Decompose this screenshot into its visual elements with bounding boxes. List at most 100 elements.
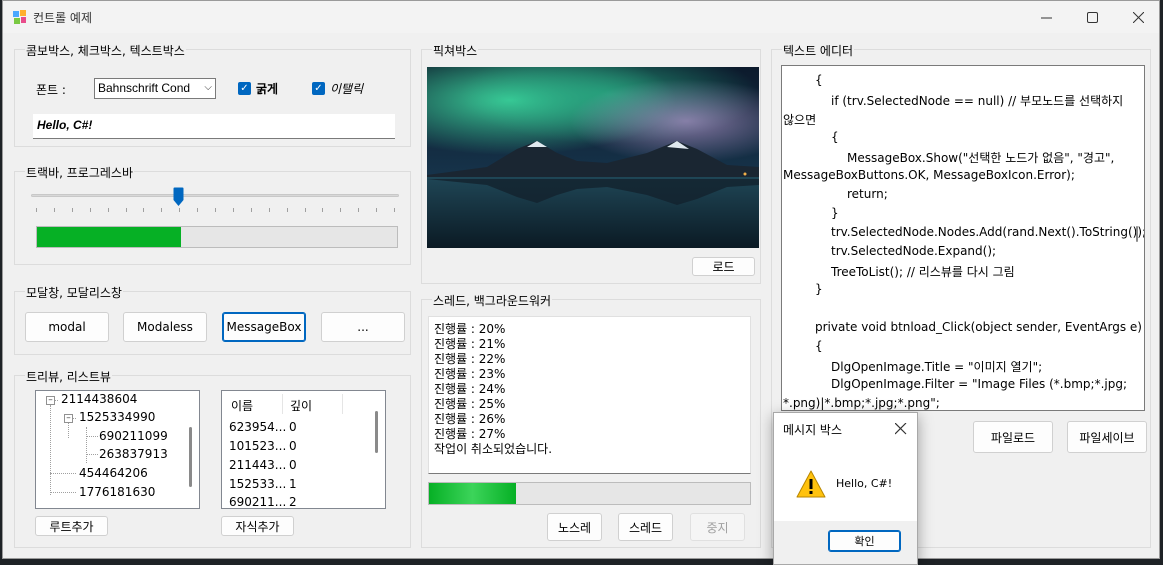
stop-button[interactable]: 중지 <box>690 513 745 541</box>
trackbar-tick <box>36 208 37 212</box>
collapse-icon[interactable]: – <box>64 414 73 423</box>
bold-checkbox[interactable]: ✓ 굵게 <box>238 80 278 97</box>
group-label: 스레드, 백그라운드워커 <box>432 292 553 309</box>
tree-node[interactable]: 454464206 <box>79 466 148 480</box>
column-header-depth[interactable]: 깊이 <box>290 397 312 414</box>
group-thread: 스레드, 백그라운드워커 진행률 : 20% 진행률 : 21% 진행률 : 2… <box>421 292 761 548</box>
minimize-button[interactable] <box>1023 1 1069 33</box>
no-thread-button[interactable]: 노스레 <box>547 513 602 541</box>
column-divider <box>282 394 283 414</box>
list-item[interactable]: 152533... <box>229 477 286 491</box>
modaless-button[interactable]: Modaless <box>123 312 207 342</box>
list-scrollbar[interactable] <box>375 411 378 453</box>
dialog-message: Hello, C#! <box>836 477 893 490</box>
column-header-name[interactable]: 이름 <box>231 397 253 414</box>
checkmark-icon: ✓ <box>312 82 325 95</box>
trackbar-tick <box>340 208 342 212</box>
list-item[interactable]: 623954... <box>229 420 286 434</box>
close-icon <box>1132 11 1144 23</box>
tree-node[interactable]: 690211099 <box>99 429 168 443</box>
progress-bar <box>36 226 398 248</box>
column-divider <box>342 394 343 414</box>
tree-node[interactable]: 2114438604 <box>61 392 137 406</box>
file-save-button[interactable]: 파일세이브 <box>1067 421 1147 453</box>
add-child-button[interactable]: 자식추가 <box>221 516 294 536</box>
editor-scrollbar[interactable] <box>1136 226 1138 242</box>
font-combobox[interactable]: Bahnschrift Cond ⌵ <box>94 78 216 99</box>
tree-scrollbar[interactable] <box>189 427 192 487</box>
app-icon <box>13 10 26 24</box>
tree-guide <box>86 454 98 455</box>
trackbar-tick <box>89 208 91 212</box>
ok-button[interactable]: 확인 <box>828 530 901 552</box>
thread-log[interactable]: 진행률 : 20% 진행률 : 21% 진행률 : 22% 진행률 : 23% … <box>428 316 751 474</box>
trackbar-tick <box>143 208 145 212</box>
code-line: { <box>815 339 823 353</box>
trackbar-tick <box>394 208 395 212</box>
trackbar-tick <box>161 208 163 212</box>
tree-guide <box>68 423 69 438</box>
tree-guide <box>86 427 87 463</box>
minimize-icon <box>1040 17 1052 18</box>
group-label: 모달창, 모달리스창 <box>25 284 123 301</box>
italic-checkbox[interactable]: ✓ 이탤릭 <box>312 80 363 97</box>
list-item[interactable]: 101523... <box>229 439 286 453</box>
group-label: 텍스트 에디터 <box>782 42 855 59</box>
code-line: MessageBoxButtons.OK, MessageBoxIcon.Err… <box>783 168 1075 182</box>
tree-view[interactable]: – – 2114438604 1525334990 690211099 2638… <box>35 390 200 509</box>
thread-button[interactable]: 스레드 <box>618 513 673 541</box>
group-picturebox: 픽쳐박스 로드 <box>421 42 761 284</box>
list-view[interactable]: 이름 깊이 623954... 0 101523... 0 211443... … <box>221 390 386 509</box>
trackbar-tick <box>179 208 181 212</box>
trackbar-tick <box>197 208 199 212</box>
trackbar-tick <box>53 208 55 212</box>
sample-textbox[interactable]: Hello, C#! <box>33 114 395 139</box>
maximize-icon <box>1086 11 1098 23</box>
list-item-depth: 0 <box>289 420 297 434</box>
tree-guide <box>50 492 76 493</box>
close-icon[interactable] <box>895 423 907 435</box>
trackbar-tick <box>215 208 216 212</box>
trackbar-tick <box>107 208 109 212</box>
collapse-icon[interactable]: – <box>46 396 55 405</box>
close-button[interactable] <box>1115 1 1161 33</box>
maximize-button[interactable] <box>1069 1 1115 33</box>
list-item[interactable]: 690211... <box>229 495 286 508</box>
add-root-button[interactable]: 루트추가 <box>35 516 108 536</box>
code-line: trv.SelectedNode.Expand(); <box>831 244 997 258</box>
log-line: 작업이 취소되었습니다. <box>434 442 553 456</box>
messagebox-dialog: 메시지 박스 Hello, C#! 확인 <box>773 412 918 565</box>
code-line: if (trv.SelectedNode == null) // 부모노드를 선… <box>831 94 1124 108</box>
trackbar-tick <box>304 208 306 212</box>
trackbar-tick <box>125 208 127 212</box>
code-line: trv.SelectedNode.Nodes.Add(rand.Next().T… <box>831 225 1145 239</box>
group-modal: 모달창, 모달리스창 modal Modaless MessageBox ... <box>14 284 411 355</box>
main-window: 컨트롤 예제 콤보박스, 체크박스, 텍스트박스 폰트 : Bahnschrif… <box>2 0 1160 559</box>
group-label: 트리뷰, 리스트뷰 <box>25 368 112 385</box>
italic-label: 이탤릭 <box>330 82 364 96</box>
list-item[interactable]: 211443... <box>229 458 286 472</box>
load-button[interactable]: 로드 <box>692 257 755 276</box>
tree-node[interactable]: 263837913 <box>99 447 168 461</box>
tree-node[interactable]: 1776181630 <box>79 485 155 499</box>
thread-progress-bar <box>428 482 751 505</box>
trackbar-tick <box>268 208 270 212</box>
more-button[interactable]: ... <box>321 312 405 342</box>
list-item-depth: 2 <box>289 495 297 509</box>
code-line: DlgOpenImage.Title = "이미지 열기"; <box>831 360 1043 374</box>
group-tree-list: 트리뷰, 리스트뷰 – – 2114438604 1525334990 6902… <box>14 368 411 548</box>
code-line: 않으면 <box>783 113 817 127</box>
messagebox-button[interactable]: MessageBox <box>222 312 306 342</box>
text-editor[interactable]: { if (trv.SelectedNode == null) // 부모노드를… <box>781 65 1145 411</box>
aurora-landscape-image <box>427 67 759 248</box>
code-line: DlgOpenImage.Filter = "Image Files (*.bm… <box>831 377 1127 391</box>
tree-node[interactable]: 1525334990 <box>79 410 155 424</box>
modal-button[interactable]: modal <box>25 312 109 342</box>
checkmark-icon: ✓ <box>238 82 251 95</box>
file-load-button[interactable]: 파일로드 <box>973 421 1053 453</box>
trackbar-thumb[interactable] <box>173 187 184 207</box>
trackbar-tick <box>286 208 288 212</box>
tree-guide <box>50 473 76 474</box>
list-item-depth: 1 <box>289 477 297 491</box>
tree-guide <box>50 405 51 495</box>
